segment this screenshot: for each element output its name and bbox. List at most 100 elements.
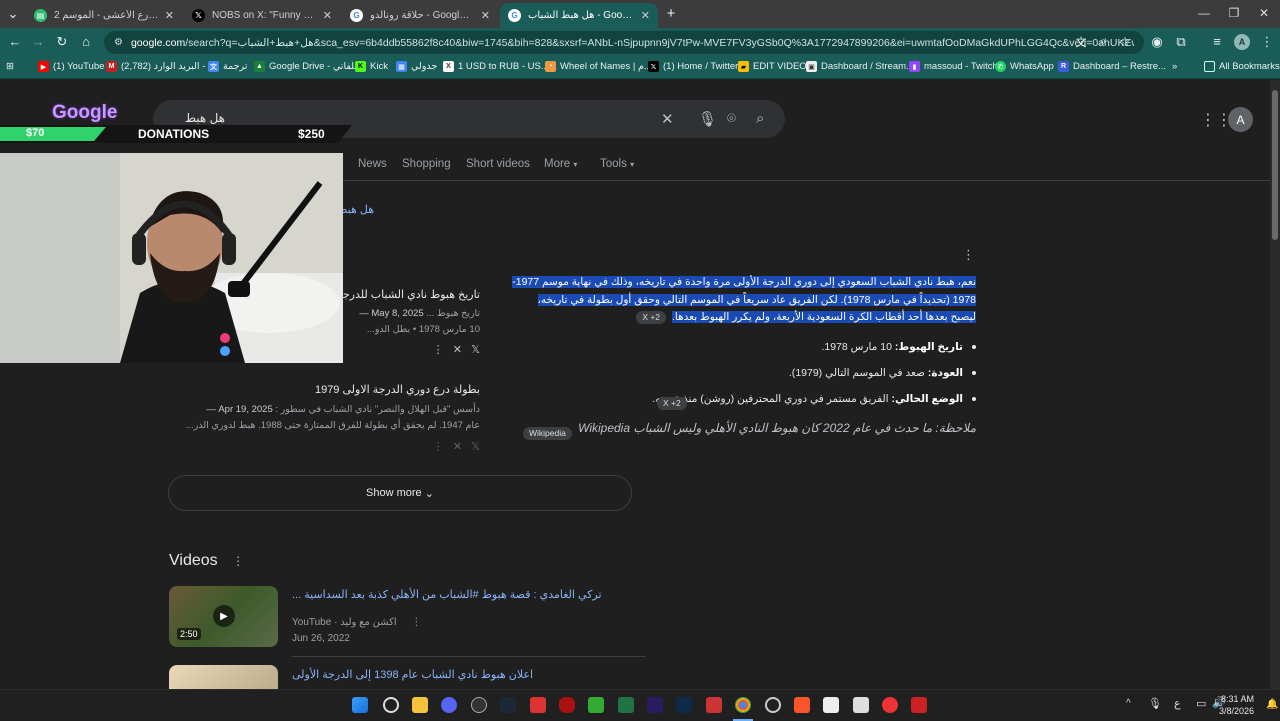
tray-overflow-icon[interactable]: ^ <box>1126 698 1131 709</box>
overview-more-options-icon[interactable]: ⋮ <box>962 247 975 263</box>
minimize-icon[interactable]: — <box>1196 6 1212 20</box>
tab-more[interactable]: More ▾ <box>544 158 577 170</box>
new-tab-plus-icon[interactable]: + <box>662 5 680 22</box>
tab-3[interactable]: G حلاقة رونالدو - Google Search ✕ <box>342 3 498 28</box>
back-arrow-icon[interactable]: ← <box>6 34 24 49</box>
bookmark-restream[interactable]: R Dashboard – Restre... <box>1058 61 1166 72</box>
media-player-icon[interactable] <box>471 697 487 713</box>
wheel-icon: ◔ <box>545 61 556 72</box>
app-icon-7[interactable] <box>882 697 898 713</box>
home-icon[interactable]: ⌂ <box>77 34 95 49</box>
zoom-icon[interactable]: ⌕ <box>1094 34 1112 49</box>
source-2-title[interactable]: بطولة درع دوري الدرجة الاولى 1979 <box>315 383 480 396</box>
bookmark-youtube[interactable]: ▶ (1) YouTube <box>38 61 104 72</box>
bookmark-wheel[interactable]: ◔Wheel of Names | م... <box>545 61 652 72</box>
taskbar-clock[interactable]: 8:31 AM 3/8/2026 <box>1219 693 1254 717</box>
profile-avatar[interactable]: A <box>1234 34 1250 50</box>
tab-2[interactable]: 𝕏 NOBS on X: "Funny how life w... ✕ <box>184 3 340 28</box>
google-logo[interactable]: Google <box>52 102 117 124</box>
chrome-icon[interactable] <box>735 697 751 713</box>
wikipedia-chip[interactable]: Wikipedia <box>520 423 575 441</box>
lens-camera-icon[interactable]: ⌾ <box>727 110 736 127</box>
bookmark-star-icon[interactable]: ☆ <box>1116 34 1134 50</box>
tray-mic-icon[interactable]: 🎙 <box>1148 697 1162 710</box>
tab-news[interactable]: News <box>358 158 387 170</box>
file-explorer-icon[interactable] <box>412 697 428 713</box>
video-1-options-icon[interactable]: ⋮ <box>411 617 421 628</box>
bookmark-edit-video[interactable]: ▰ EDIT VIDEO <box>738 61 807 72</box>
close-window-icon[interactable]: ✕ <box>1256 6 1272 20</box>
source-2-actions-icon[interactable]: ⋮ ✕ 𝕏 <box>433 440 480 453</box>
search-results-page: هل هبط الشباب ✕ 🎙 ⌾ ⌕ ⋮⋮ A News Shopping… <box>0 80 1270 689</box>
app-icon-2[interactable] <box>559 697 575 713</box>
tab-short-videos[interactable]: Short videos <box>466 158 530 170</box>
address-bar[interactable]: ⚙ google.com/search?q=هل+هبط+الشباب&sca_… <box>104 31 1144 54</box>
tab-4-active[interactable]: G هل هبط الشباب - Google Search ✕ <box>500 3 658 28</box>
bookmark-dashboard-stream[interactable]: ▣ Dashboard / Stream... <box>806 61 914 72</box>
all-bookmarks[interactable]: All Bookmarks <box>1204 61 1280 72</box>
bookmark-twitter[interactable]: 𝕏 (1) Home / Twitter <box>648 61 738 72</box>
source-chip[interactable]: X +2 <box>636 311 667 324</box>
site-info-icon[interactable]: ⚙ <box>114 37 123 48</box>
notifications-bell-icon[interactable]: 🔔 <box>1266 699 1278 710</box>
app-icon-8[interactable] <box>911 697 927 713</box>
steam-icon[interactable] <box>500 697 516 713</box>
tray-network-icon[interactable]: ▭ <box>1196 697 1206 710</box>
extension-icon[interactable]: ◉ <box>1148 34 1166 50</box>
windows-start-icon[interactable] <box>352 697 368 713</box>
bookmark-sheet[interactable]: ▦ جدولي <box>396 61 437 72</box>
google-account-avatar[interactable]: A <box>1228 107 1253 132</box>
reload-icon[interactable]: ↻ <box>53 34 71 50</box>
obs-icon[interactable] <box>765 697 781 713</box>
bookmark-twitch[interactable]: ▮ massoud - Twitch <box>909 61 998 72</box>
app-icon-5[interactable] <box>823 697 839 713</box>
scrollbar-thumb[interactable] <box>1272 90 1278 240</box>
photoshop-icon[interactable] <box>676 697 692 713</box>
tab-1[interactable]: ▤ شاهد شارع الأعشى - الموسم 2 / ... ✕ <box>26 3 182 28</box>
discord-icon[interactable] <box>441 697 457 713</box>
video-2-title[interactable]: اعلان هبوط نادي الشباب عام 1398 إلى الدر… <box>292 668 533 681</box>
videos-options-icon[interactable]: ⋮ <box>232 554 244 568</box>
app-icon-1[interactable] <box>530 697 546 713</box>
app-icon-3[interactable] <box>588 697 604 713</box>
taskbar-search-icon[interactable] <box>383 697 399 713</box>
page-scrollbar[interactable] <box>1270 80 1280 689</box>
show-more-button[interactable]: Show more ⌄ <box>168 475 632 511</box>
brave-icon[interactable] <box>794 697 810 713</box>
apps-grid-icon[interactable]: ⊞ <box>6 61 14 72</box>
tab-tools[interactable]: Tools ▾ <box>600 158 634 170</box>
premiere-icon[interactable] <box>647 697 663 713</box>
bookmarks-overflow-icon[interactable]: » <box>1172 61 1177 72</box>
bookmark-kick[interactable]: K Kick <box>355 61 388 72</box>
video-1-thumbnail[interactable]: ▶ 2:50 <box>169 586 278 647</box>
source-1-actions-icon[interactable]: ⋮ ✕ 𝕏 <box>433 343 480 356</box>
app-icon-4[interactable] <box>706 697 722 713</box>
source-card-2[interactable]: بطولة درع دوري الدرجة الاولى 1979 دأسس "… <box>170 380 480 460</box>
translate-icon[interactable]: 文 <box>1072 34 1090 50</box>
bookmark-gmail[interactable]: M(2,782) البريد الوارد - ... <box>106 61 216 72</box>
tab-search-icon[interactable]: ⌄ <box>4 6 22 22</box>
bookmark-whatsapp[interactable]: ✆ WhatsApp <box>995 61 1054 72</box>
restore-icon[interactable]: ❐ <box>1226 6 1242 20</box>
search-magnifier-icon[interactable]: ⌕ <box>756 110 764 127</box>
bookmark-translate[interactable]: 文 ترجمة <box>208 61 247 72</box>
clear-search-icon[interactable]: ✕ <box>661 110 674 128</box>
bookmark-drive[interactable]: ▲ Google Drive - ملفاتي <box>254 61 359 72</box>
tab-2-close-icon[interactable]: ✕ <box>323 9 332 22</box>
tab-3-close-icon[interactable]: ✕ <box>481 9 490 22</box>
tray-language[interactable]: ع <box>1174 697 1181 710</box>
video-2-thumbnail[interactable] <box>169 665 278 689</box>
bookmark-usd-rub[interactable]: X1 USD to RUB - US... <box>443 61 549 72</box>
menu-kebab-icon[interactable]: ⋮ <box>1258 34 1276 50</box>
puzzle-extensions-icon[interactable]: ⧉ <box>1172 34 1190 50</box>
forward-arrow-icon[interactable]: → <box>29 34 47 49</box>
app-icon-6[interactable] <box>853 697 869 713</box>
tab-shopping[interactable]: Shopping <box>402 158 451 170</box>
video-1-title[interactable]: تركي الغامدي : قصة هبوط #الشباب من الأهل… <box>292 588 602 601</box>
tab-4-close-icon[interactable]: ✕ <box>641 9 650 22</box>
source-chip-2[interactable]: X +2 <box>654 393 690 411</box>
voice-search-mic-icon[interactable]: 🎙 <box>698 110 717 128</box>
sidepanel-icon[interactable]: ≡ <box>1208 34 1226 49</box>
tab-1-close-icon[interactable]: ✕ <box>165 9 174 22</box>
excel-icon[interactable] <box>618 697 634 713</box>
